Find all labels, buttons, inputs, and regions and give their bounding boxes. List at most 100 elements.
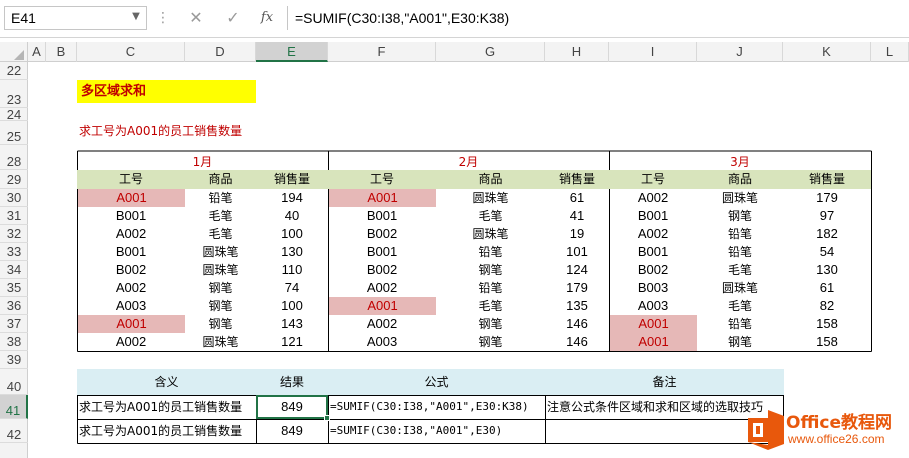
table-cell[interactable]: 钢笔	[185, 279, 256, 297]
result-cell[interactable]: =SUMIF(C30:I38,"A001",E30:K38)	[328, 395, 545, 419]
month-header: 3月	[730, 155, 750, 169]
table-cell[interactable]: 61	[545, 189, 609, 207]
table-cell[interactable]: 54	[783, 243, 871, 261]
table-cell[interactable]: 130	[256, 243, 328, 261]
result-cell[interactable]: =SUMIF(C30:I38,"A001",E30)	[328, 419, 545, 443]
table-cell[interactable]: 97	[783, 207, 871, 225]
table-cell[interactable]: 毛笔	[185, 225, 256, 243]
table-cell[interactable]: 圆珠笔	[185, 261, 256, 279]
table-cell[interactable]: 钢笔	[697, 333, 783, 351]
table-cell[interactable]: B001	[328, 243, 436, 261]
result-header: 备注	[545, 369, 784, 395]
table-cell[interactable]: A003	[77, 297, 185, 315]
table-cell[interactable]: 铅笔	[697, 315, 783, 333]
table-cell[interactable]: 钢笔	[697, 207, 783, 225]
table-cell[interactable]: 圆珠笔	[185, 333, 256, 351]
table-cell[interactable]: 121	[256, 333, 328, 351]
table-cell[interactable]: 毛笔	[697, 261, 783, 279]
table-cell[interactable]: 毛笔	[697, 297, 783, 315]
column-label: 销售量	[783, 170, 871, 189]
table-cell[interactable]: 铅笔	[436, 243, 545, 261]
table-cell[interactable]: 130	[783, 261, 871, 279]
table-cell[interactable]: 铅笔	[185, 189, 256, 207]
result-header: 含义	[77, 369, 256, 395]
fill-handle[interactable]	[324, 415, 330, 421]
table-cell[interactable]: 圆珠笔	[185, 243, 256, 261]
column-label: 商品	[436, 170, 545, 189]
table-cell[interactable]: A002	[328, 315, 436, 333]
table-cell[interactable]: 铅笔	[436, 279, 545, 297]
table-cell[interactable]: 钢笔	[436, 261, 545, 279]
table-cell[interactable]: 158	[783, 333, 871, 351]
table-cell[interactable]: 135	[545, 297, 609, 315]
table-cell[interactable]: 钢笔	[185, 297, 256, 315]
table-cell[interactable]: A003	[609, 297, 697, 315]
table-cell[interactable]: A002	[77, 279, 185, 297]
table-cell[interactable]: 143	[256, 315, 328, 333]
table-cell[interactable]: 钢笔	[436, 333, 545, 351]
table-cell[interactable]: A002	[609, 189, 697, 207]
table-cell[interactable]: 圆珠笔	[697, 189, 783, 207]
table-cell[interactable]: 40	[256, 207, 328, 225]
table-cell[interactable]: 毛笔	[436, 297, 545, 315]
table-cell[interactable]: 毛笔	[436, 207, 545, 225]
table-cell[interactable]: 146	[545, 315, 609, 333]
table-cell[interactable]: 74	[256, 279, 328, 297]
table-cell[interactable]: B001	[77, 243, 185, 261]
table-cell[interactable]: B001	[609, 207, 697, 225]
table-cell[interactable]: 179	[783, 189, 871, 207]
table-cell[interactable]: 100	[256, 297, 328, 315]
table-cell[interactable]: A001	[610, 333, 697, 351]
table-cell[interactable]: 101	[545, 243, 609, 261]
table-cell[interactable]: 圆珠笔	[436, 189, 545, 207]
table-cell[interactable]: 146	[545, 333, 609, 351]
sheet-subtitle: 求工号为A001的员工销售数量	[79, 124, 243, 138]
table-cell[interactable]: A001	[329, 189, 436, 207]
table-cell[interactable]: A002	[609, 225, 697, 243]
column-label: 商品	[185, 170, 256, 189]
table-cell[interactable]: A002	[328, 279, 436, 297]
table-cell[interactable]: A001	[329, 297, 436, 315]
table-cell[interactable]: 41	[545, 207, 609, 225]
table-cell[interactable]: A001	[78, 189, 185, 207]
table-cell[interactable]: A002	[77, 333, 185, 351]
table-cell[interactable]: B002	[328, 225, 436, 243]
table-cell[interactable]: 179	[545, 279, 609, 297]
table-cell[interactable]: 110	[256, 261, 328, 279]
table-cell[interactable]: 100	[256, 225, 328, 243]
table-cell[interactable]: 61	[783, 279, 871, 297]
table-cell[interactable]: 铅笔	[697, 243, 783, 261]
table-cell[interactable]: A001	[610, 315, 697, 333]
table-cell[interactable]: A002	[77, 225, 185, 243]
month-header: 1月	[192, 155, 213, 169]
column-label: 销售量	[256, 170, 328, 189]
result-cell[interactable]: 849	[256, 419, 328, 443]
logo-text: Office教程网	[786, 413, 893, 433]
office-logo-icon	[748, 410, 784, 450]
table-cell[interactable]: 毛笔	[185, 207, 256, 225]
table-cell[interactable]: B002	[77, 261, 185, 279]
table-cell[interactable]: B001	[609, 243, 697, 261]
table-cell[interactable]: 158	[783, 315, 871, 333]
table-cell[interactable]: B002	[609, 261, 697, 279]
table-cell[interactable]: B001	[328, 207, 436, 225]
table-cell[interactable]: 194	[256, 189, 328, 207]
table-cell[interactable]: 铅笔	[697, 225, 783, 243]
result-cell[interactable]: 求工号为A001的员工销售数量	[77, 395, 256, 419]
table-cell[interactable]: 82	[783, 297, 871, 315]
column-label: 销售量	[545, 170, 609, 189]
table-cell[interactable]: A001	[78, 315, 185, 333]
table-cell[interactable]: A003	[328, 333, 436, 351]
table-cell[interactable]: 182	[783, 225, 871, 243]
result-cell[interactable]: 求工号为A001的员工销售数量	[77, 419, 256, 443]
table-cell[interactable]: 钢笔	[436, 315, 545, 333]
table-cell[interactable]: 钢笔	[185, 315, 256, 333]
result-header: 结果	[256, 369, 328, 395]
table-cell[interactable]: 圆珠笔	[436, 225, 545, 243]
table-cell[interactable]: 19	[545, 225, 609, 243]
table-cell[interactable]: B002	[328, 261, 436, 279]
table-cell[interactable]: 124	[545, 261, 609, 279]
table-cell[interactable]: B003	[609, 279, 697, 297]
table-cell[interactable]: B001	[77, 207, 185, 225]
table-cell[interactable]: 圆珠笔	[697, 279, 783, 297]
